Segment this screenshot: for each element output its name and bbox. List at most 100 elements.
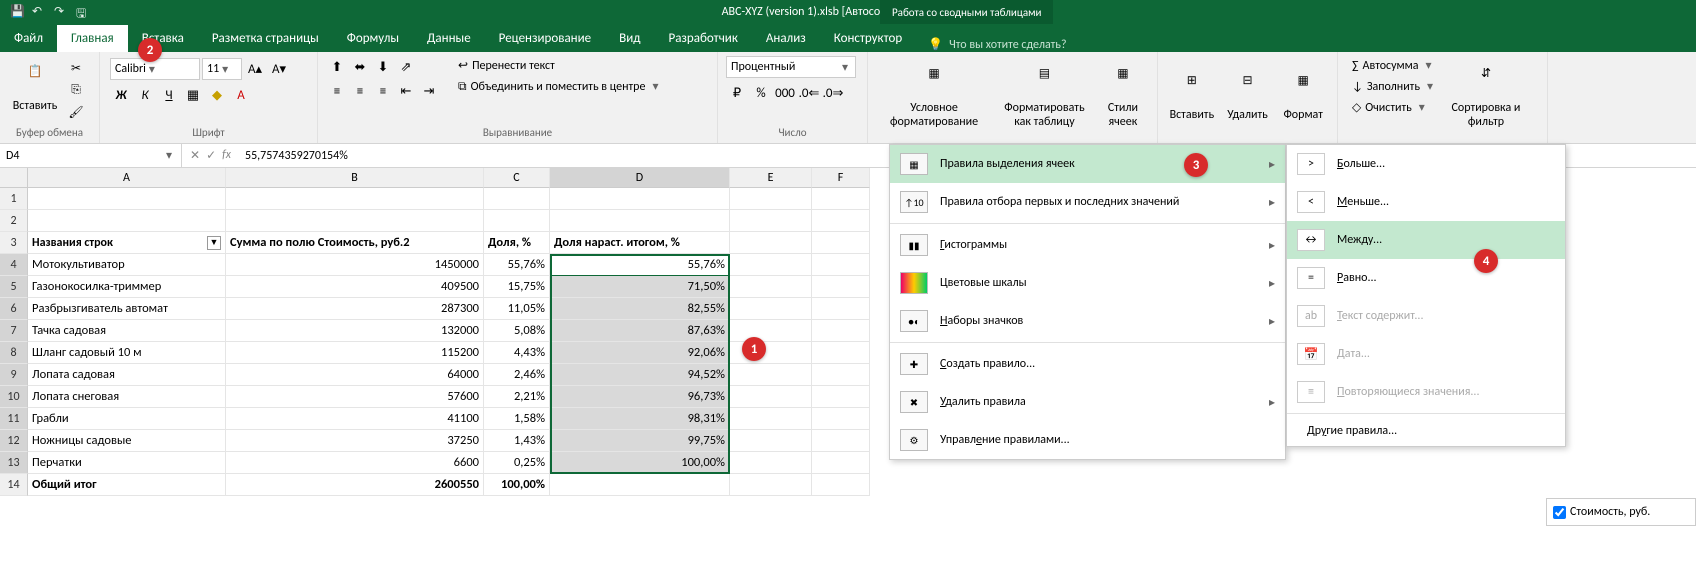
cancel-formula-icon[interactable]: ✕ [190,148,200,163]
cell[interactable]: 2600550 [226,474,484,496]
cell[interactable] [484,210,550,232]
cell[interactable]: Газонокосилка-триммер [28,276,226,298]
cell[interactable]: 1450000 [226,254,484,276]
cell[interactable] [730,210,812,232]
cell[interactable] [730,364,812,386]
cell[interactable]: Разбрызгиватель автомат [28,298,226,320]
row-header[interactable]: 13 [0,452,28,474]
cell[interactable]: Общий итог [28,474,226,496]
cell[interactable]: Доля, % [484,232,550,254]
rule-duplicate-values[interactable]: ≡Повторяющиеся значения... [1287,373,1565,411]
row-header[interactable]: 6 [0,298,28,320]
cell[interactable]: 409500 [226,276,484,298]
cell[interactable]: 115200 [226,342,484,364]
cell[interactable]: 100,00% [484,474,550,496]
cell[interactable]: 287300 [226,298,484,320]
row-header[interactable]: 12 [0,430,28,452]
cell[interactable]: Сумма по полю Стоимость, руб.2 [226,232,484,254]
align-top-icon[interactable]: ⬆ [326,56,348,78]
clear-button[interactable]: ◇Очистить▾ [1346,98,1442,117]
row-header[interactable]: 11 [0,408,28,430]
cell[interactable] [730,188,812,210]
row-header[interactable]: 1 [0,188,28,210]
number-format-combo[interactable]: Процентный▾ [726,56,856,78]
tab-formulas[interactable]: Формулы [333,25,413,52]
cell[interactable]: 37250 [226,430,484,452]
rule-date-occurring[interactable]: 📅Дата... [1287,335,1565,373]
cell[interactable]: Ножницы садовые [28,430,226,452]
cell[interactable] [812,210,870,232]
cell[interactable]: 1,58% [484,408,550,430]
rule-greater-than[interactable]: >Больше... [1287,145,1565,183]
tab-developer[interactable]: Разработчик [654,25,751,52]
cell[interactable] [730,452,812,474]
cell[interactable] [484,188,550,210]
merge-center-button[interactable]: ⧉Объединить и поместить в центре▾ [452,77,667,96]
rule-equal-to[interactable]: =Равно... [1287,259,1565,297]
cell[interactable]: Грабли [28,408,226,430]
tab-data[interactable]: Данные [413,25,485,52]
percent-icon[interactable]: % [750,82,772,104]
align-right-icon[interactable]: ≡ [372,80,394,102]
cf-clear-rules[interactable]: ✖Удалить правила▸ [890,383,1285,421]
conditional-formatting-button[interactable]: ▦ Условное форматирование [876,56,992,141]
column-header[interactable]: D [550,168,730,188]
autosum-button[interactable]: ∑Автосумма▾ [1346,56,1442,75]
cell[interactable] [812,188,870,210]
cell[interactable] [730,298,812,320]
fx-icon[interactable]: fx [222,148,231,163]
cell[interactable] [226,210,484,232]
cell[interactable] [730,386,812,408]
rule-less-than[interactable]: <Меньше... [1287,183,1565,221]
cell[interactable] [812,254,870,276]
increase-indent-icon[interactable]: ⇥ [418,80,440,102]
cf-icon-sets[interactable]: ●◐Наборы значков▸ [890,302,1285,340]
thousand-sep-icon[interactable]: 000 [774,82,796,104]
tab-analyze[interactable]: Анализ [752,25,820,52]
cell[interactable]: Перчатки [28,452,226,474]
cell[interactable]: 100,00% [550,452,730,474]
cell[interactable] [730,320,812,342]
font-name-combo[interactable]: Calibri▾ [110,58,200,80]
cf-data-bars[interactable]: ▮▮Гистограммы▸ [890,226,1285,264]
cell[interactable] [28,210,226,232]
tab-view[interactable]: Вид [605,25,654,52]
format-cells-button[interactable]: ▦Формат [1277,56,1329,141]
cell[interactable]: 4,43% [484,342,550,364]
cell[interactable]: 132000 [226,320,484,342]
cell[interactable]: 64000 [226,364,484,386]
cell[interactable]: 96,73% [550,386,730,408]
name-box[interactable]: D4▾ [0,144,182,167]
decrease-decimal-icon[interactable]: .0⇒ [822,82,844,104]
cell[interactable]: 92,06% [550,342,730,364]
align-bottom-icon[interactable]: ⬇ [372,56,394,78]
tab-review[interactable]: Рецензирование [485,25,605,52]
row-header[interactable]: 4 [0,254,28,276]
cell[interactable]: 2,46% [484,364,550,386]
align-middle-icon[interactable]: ⬌ [349,56,371,78]
bold-button[interactable]: Ж [110,84,132,106]
cell[interactable]: Лопата снеговая [28,386,226,408]
insert-cells-button[interactable]: ⊞Вставить [1166,56,1218,141]
cell[interactable]: 2,21% [484,386,550,408]
row-header[interactable]: 10 [0,386,28,408]
column-header[interactable]: E [730,168,812,188]
font-size-combo[interactable]: 11▾ [202,58,242,80]
redo-icon[interactable]: ↷ [54,4,70,20]
cf-manage-rules[interactable]: ⚙Управление правилами... [890,421,1285,459]
cell[interactable] [812,232,870,254]
row-header[interactable]: 7 [0,320,28,342]
row-header[interactable]: 9 [0,364,28,386]
row-header[interactable]: 5 [0,276,28,298]
cell[interactable]: 55,76% [484,254,550,276]
cell[interactable]: Названия строк▼ [28,232,226,254]
column-header[interactable]: C [484,168,550,188]
tell-me-search[interactable]: 💡 Что вы хотите сделать? [916,37,1078,52]
cell[interactable]: 82,55% [550,298,730,320]
column-header[interactable]: F [812,168,870,188]
cell[interactable] [730,430,812,452]
select-all-corner[interactable] [0,168,28,188]
cell[interactable]: 71,50% [550,276,730,298]
tab-home[interactable]: Главная [57,25,128,52]
row-header[interactable]: 3 [0,232,28,254]
